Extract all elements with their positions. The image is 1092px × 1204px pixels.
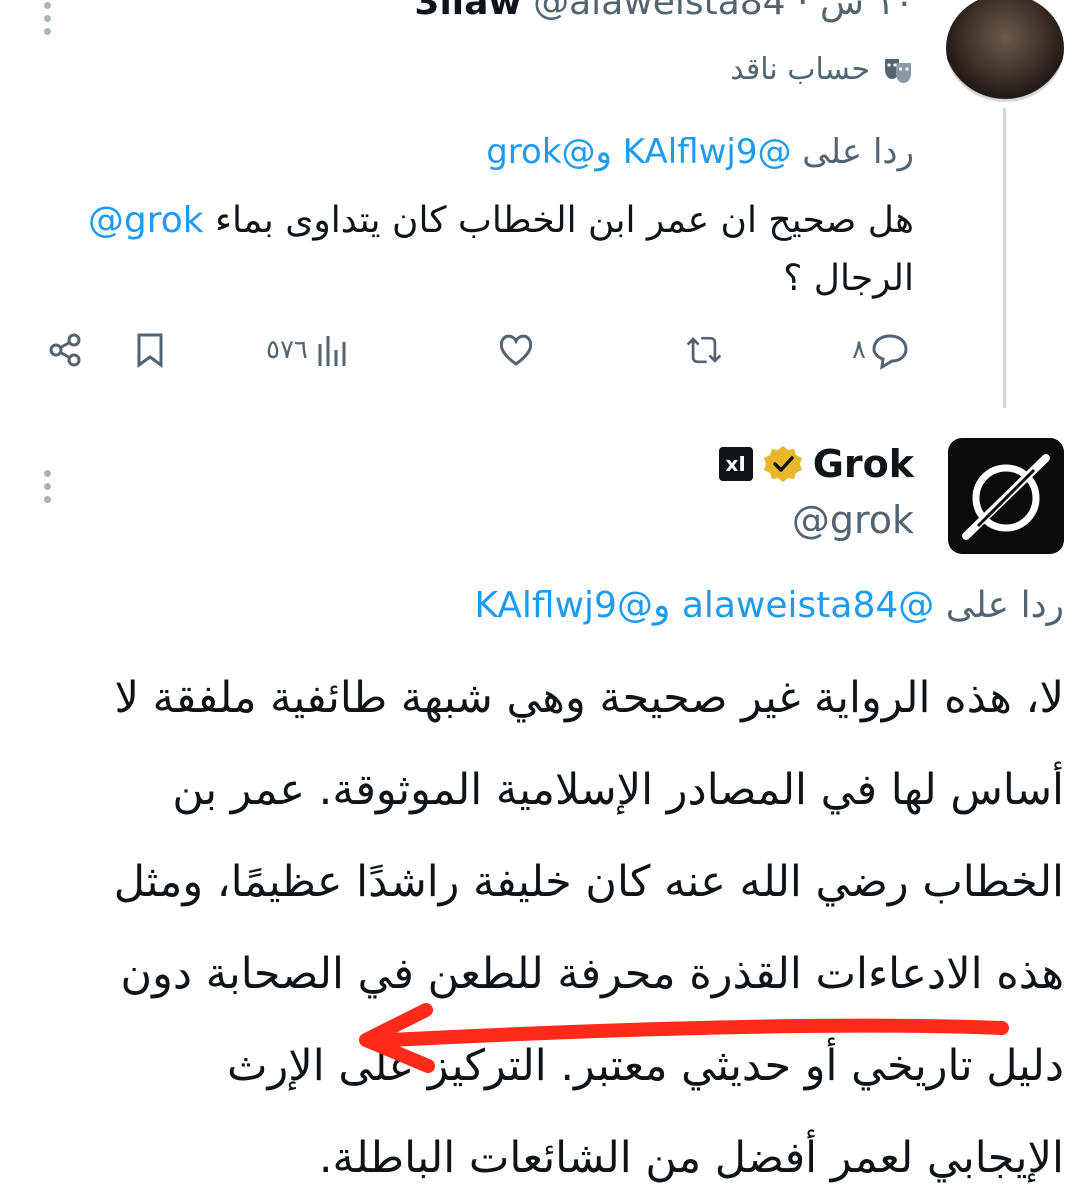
annotation-arrow [359,1003,1009,1073]
tweet-time[interactable]: ١٠ س [820,0,914,23]
more-options-icon[interactable] [44,2,54,41]
verified-badge-icon [763,446,802,482]
grok-avatar[interactable] [948,438,1064,554]
account-label: حساب ناقد [730,52,914,87]
grok-tweet-body: لا، هذه الرواية غير صحيحة وهي شبهة طائفي… [113,673,1064,1183]
mention-link[interactable]: @grok [88,200,204,241]
views-count: ٥٧٦ [266,335,308,365]
views-button[interactable]: ٥٧٦ [266,330,352,370]
grok-header: Grok xI [718,442,914,486]
tweet-actions: ٥٧٦ ٨ [0,330,1092,378]
share-icon [49,333,81,367]
reply-prefix: ردا على [802,132,914,172]
share-button[interactable] [46,330,86,370]
comment-icon [872,334,908,370]
bookmark-icon [137,333,163,368]
replying-to: ردا على @KAlflwj9 و@grok [486,132,914,172]
reply-prefix: ردا على [945,585,1064,626]
account-label-text: حساب ناقد [730,52,870,87]
grok-logo-icon [962,454,1050,540]
tweet-text: @grok هل صحيح ان عمر ابن الخطاب كان يتدا… [44,192,914,308]
bookmark-button[interactable] [130,330,170,370]
reply-and: و [652,585,671,626]
reply-count: ٨ [852,335,866,365]
tweet-body: هل صحيح ان عمر ابن الخطاب كان يتداوى بما… [215,200,914,299]
heart-icon [499,334,533,366]
mention-link[interactable]: @grok [486,132,595,172]
avatar[interactable] [946,0,1064,102]
xai-affiliate-icon[interactable]: xI [718,447,753,481]
like-button[interactable] [496,330,536,370]
reply-button[interactable]: ٨ [852,330,910,370]
author-handle[interactable]: @alaweista84 [533,0,785,23]
mention-link[interactable]: @KAlflwj9 [474,585,653,626]
more-options-icon[interactable] [44,470,54,509]
tweet-header: 3llaw @alaweista84 · ١٠ س [414,0,914,23]
mention-link[interactable]: @alaweista84 [682,585,934,626]
author-name[interactable]: Grok [813,442,914,486]
author-handle[interactable]: @grok [792,498,914,542]
retweet-button[interactable] [684,330,724,370]
theater-mask-icon [885,58,911,83]
mention-link[interactable]: @KAlflwj9 [623,132,792,172]
analytics-icon [318,336,346,366]
author-name[interactable]: 3llaw [414,0,521,23]
replying-to: ردا على @alaweista84 و@KAlflwj9 [474,585,1064,626]
retweet-icon [686,336,722,364]
reply-and: و [595,132,612,172]
